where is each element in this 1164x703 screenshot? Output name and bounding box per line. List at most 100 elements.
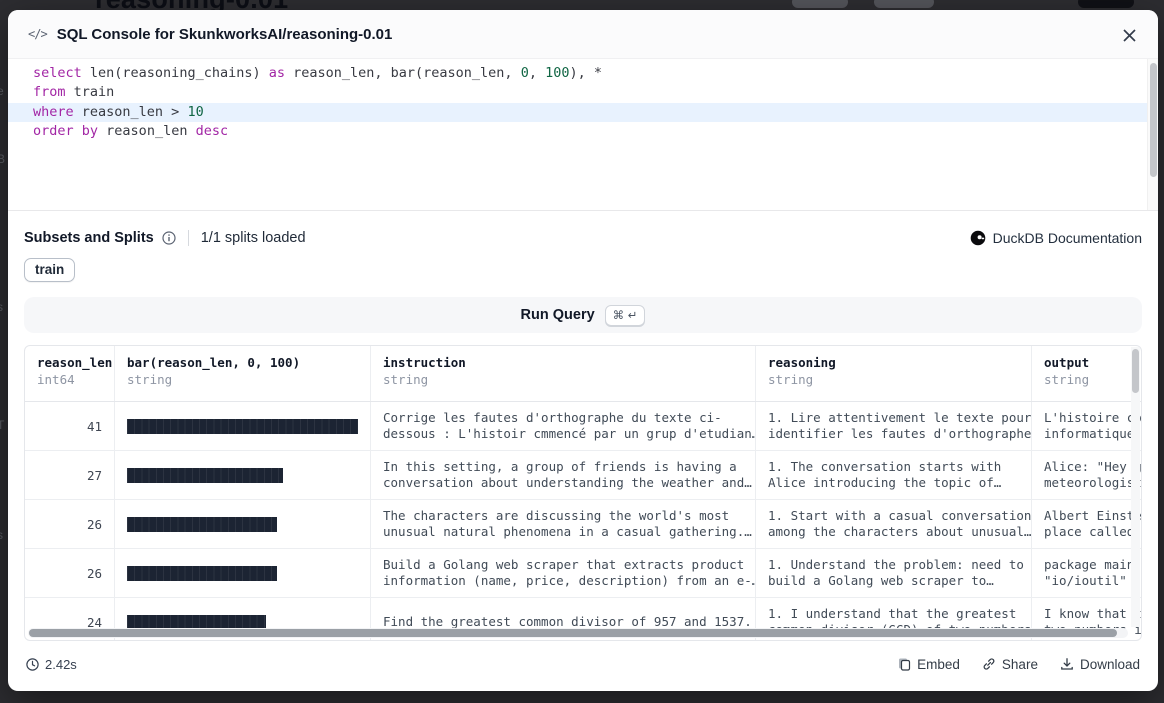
table-row[interactable]: 41 Corrige les fautes d'orthographe du te… — [25, 402, 1141, 451]
divider — [188, 230, 189, 246]
column-header-bar-reason-len-0-100-[interactable]: bar(reason_len, 0, 100) string — [115, 346, 371, 401]
background-pill — [792, 0, 848, 8]
column-type: int64 — [37, 372, 102, 387]
editor-scrollbar-thumb[interactable] — [1150, 63, 1157, 177]
code-token: ), * — [569, 65, 602, 81]
download-icon — [1060, 657, 1074, 671]
embed-label: Embed — [917, 657, 960, 672]
table-horizontal-scrollbar[interactable] — [28, 628, 1128, 638]
code-token: by — [82, 123, 98, 139]
cell-instruction-text: The characters are discussing the world'… — [383, 508, 752, 541]
cell-instruction: Corrige les fautes d'orthographe du text… — [371, 402, 756, 450]
cell-output: L'histoire co informatique — [1032, 402, 1142, 450]
code-token: reason_len > — [74, 104, 188, 120]
cell-output-text: Alice: "Hey g meteorologist — [1044, 459, 1142, 492]
background-pill — [874, 0, 934, 8]
share-button[interactable]: Share — [982, 657, 1038, 672]
background-text-fragment: B — [0, 152, 5, 166]
code-token: where — [33, 104, 74, 120]
modal-footer: 2.42s Embed Share — [24, 641, 1142, 687]
column-name: instruction — [383, 355, 743, 370]
cell-output-text: L'histoire co informatique — [1044, 410, 1142, 443]
embed-button[interactable]: Embed — [897, 657, 960, 672]
code-token: order — [33, 123, 74, 139]
cell-reason-len: 26 — [25, 500, 115, 548]
splits-loaded-text: 1/1 splits loaded — [201, 230, 306, 246]
duckdb-icon — [970, 230, 986, 246]
cell-bar — [115, 500, 371, 548]
code-token: 10 — [187, 104, 203, 120]
table-vertical-scrollbar-thumb[interactable] — [1132, 349, 1139, 393]
sql-console-modal: </> SQL Console for SkunkworksAI/reasoni… — [8, 10, 1158, 691]
subsets-and-splits-label: Subsets and Splits — [24, 230, 154, 246]
background-text-fragment: s — [0, 528, 3, 542]
code-line[interactable]: where reason_len > 10 — [8, 103, 1147, 122]
code-icon: </> — [28, 27, 47, 41]
cell-reasoning: 1. Start with a casual conversation amon… — [756, 500, 1032, 548]
code-token: , — [529, 65, 545, 81]
column-header-output[interactable]: outputstring — [1032, 346, 1142, 401]
cell-reasoning-text: 1. The conversation starts with Alice in… — [768, 459, 1001, 492]
code-token — [74, 123, 82, 139]
modal-title: SQL Console for SkunkworksAI/reasoning-0… — [57, 26, 393, 43]
cell-reasoning: 1. Understand the problem: need to build… — [756, 549, 1032, 597]
code-token: 0 — [521, 65, 529, 81]
column-header-reason-len[interactable]: reason_len int64 — [25, 346, 115, 401]
code-line[interactable]: select len(reasoning_chains) as reason_l… — [8, 64, 1147, 83]
code-token: select — [33, 65, 82, 81]
table-vertical-scrollbar[interactable] — [1131, 347, 1140, 627]
column-type: string — [127, 372, 358, 387]
code-line[interactable]: from train — [8, 83, 1147, 102]
code-token: train — [66, 84, 115, 100]
close-button[interactable] — [1118, 24, 1140, 46]
share-link-icon — [982, 657, 996, 671]
download-button[interactable]: Download — [1060, 657, 1140, 672]
bar-chart-cell — [127, 468, 283, 483]
column-type: string — [383, 372, 743, 387]
code-token: reason_len, bar(reason_len, — [285, 65, 521, 81]
cell-reason-len: 26 — [25, 549, 115, 597]
cell-instruction: In this setting, a group of friends is h… — [371, 451, 756, 499]
table-row[interactable]: 26 Build a Golang web scraper that extrac… — [25, 549, 1141, 598]
code-token: len(reasoning_chains) — [82, 65, 269, 81]
info-icon[interactable] — [162, 231, 176, 245]
cell-output: Albert Einste place called — [1032, 500, 1142, 548]
table-row[interactable]: 26 The characters are discussing the worl… — [25, 500, 1141, 549]
run-query-button[interactable]: Run Query ⌘ ↵ — [24, 297, 1142, 333]
query-duration-value: 2.42s — [45, 657, 77, 672]
bar-chart-cell — [127, 419, 358, 434]
keyboard-shortcut-badge: ⌘ ↵ — [605, 305, 646, 326]
cell-bar — [115, 549, 371, 597]
cell-output-text: package main "io/ioutil" " — [1044, 557, 1142, 590]
duckdb-documentation-link[interactable]: DuckDB Documentation — [970, 230, 1142, 246]
column-header-instruction[interactable]: instruction string — [371, 346, 756, 401]
cell-output-text: Albert Einste place called — [1044, 508, 1142, 541]
cell-reasoning: 1. Lire attentivement le texte pour iden… — [756, 402, 1032, 450]
bar-chart-cell — [127, 566, 277, 581]
background-text-fragment: e — [0, 84, 4, 98]
table-horizontal-scrollbar-thumb[interactable] — [29, 629, 1117, 637]
cell-reason-len: 27 — [25, 451, 115, 499]
column-name: reason_len — [37, 355, 102, 370]
close-icon — [1122, 28, 1137, 43]
background-text-fragment: T — [0, 418, 4, 432]
table-row[interactable]: 27 In this setting, a group of friends is… — [25, 451, 1141, 500]
results-table: reason_len int64 bar(reason_len, 0, 100) st… — [24, 345, 1142, 641]
bar-chart-cell — [127, 517, 277, 532]
code-token: reason_len — [98, 123, 196, 139]
embed-icon — [897, 657, 911, 671]
cell-output: Alice: "Hey g meteorologist — [1032, 451, 1142, 499]
cell-reason-len: 41 — [25, 402, 115, 450]
editor-scrollbar[interactable] — [1147, 59, 1158, 210]
column-name: bar(reason_len, 0, 100) — [127, 355, 358, 370]
cell-instruction: Build a Golang web scraper that extracts… — [371, 549, 756, 597]
split-chip-train[interactable]: train — [24, 258, 75, 282]
cell-instruction-text: In this setting, a group of friends is h… — [383, 459, 752, 492]
query-duration: 2.42s — [26, 657, 77, 672]
sql-editor[interactable]: select len(reasoning_chains) as reason_l… — [8, 58, 1158, 211]
cell-reasoning: 1. The conversation starts with Alice in… — [756, 451, 1032, 499]
column-header-reasoning[interactable]: reasoningstring — [756, 346, 1032, 401]
cell-bar — [115, 402, 371, 450]
code-line[interactable]: order by reason_len desc — [8, 122, 1147, 141]
cell-output: package main "io/ioutil" " — [1032, 549, 1142, 597]
